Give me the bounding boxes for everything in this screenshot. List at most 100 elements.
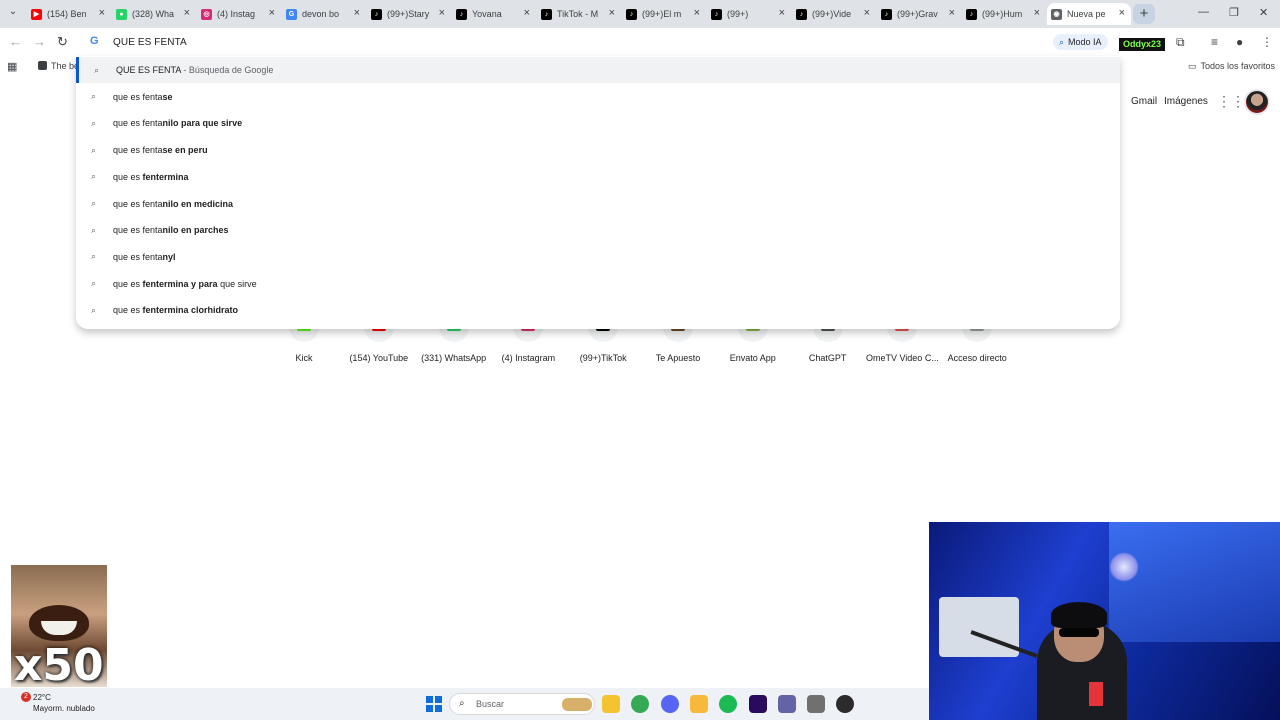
youtube-icon: ▶: [31, 8, 42, 20]
weather-badge: 2: [21, 692, 31, 702]
file-explorer-icon[interactable]: [602, 695, 620, 713]
new-tab-button[interactable]: +: [1133, 4, 1155, 24]
modo-ia-button[interactable]: ⌕ Modo IA: [1053, 34, 1108, 50]
suggestion-text: que es fentermina clorhidrato: [113, 305, 238, 315]
suggestion-item[interactable]: ⌕ que es fentermina y para que sirve: [76, 271, 1120, 297]
media-controls-icon[interactable]: ≡: [1211, 35, 1218, 49]
search-icon: ⌕: [91, 278, 97, 289]
search-icon: ⌕: [91, 91, 97, 102]
tab[interactable]: ♪ (99+)Grav ×: [877, 3, 961, 25]
omnibox-input[interactable]: QUE ES FENTA: [113, 37, 187, 48]
tab-close-icon[interactable]: ×: [779, 7, 785, 19]
tab[interactable]: ◉ Nueva pe ×: [1047, 3, 1131, 25]
taskbar-search[interactable]: ⌕ Buscar: [449, 693, 595, 715]
teams-icon[interactable]: [777, 695, 796, 713]
tab-close-icon[interactable]: ×: [609, 7, 615, 19]
tab[interactable]: ♪ (99+)Vide ×: [792, 3, 876, 25]
restore-icon[interactable]: ❐: [1229, 6, 1239, 19]
tab-close-icon[interactable]: ×: [184, 7, 190, 19]
all-favorites-label: Todos los favoritos: [1200, 61, 1276, 71]
tab-label: (328) Wha: [132, 9, 175, 19]
search-icon: ⌕: [91, 198, 97, 208]
close-window-icon[interactable]: ✕: [1259, 6, 1268, 19]
suggestion-item[interactable]: ⌕ que es fentase en peru: [76, 137, 1120, 163]
search-icon: ⌕: [91, 117, 97, 128]
webcam-lamp: [1109, 552, 1139, 582]
avatar[interactable]: [1244, 89, 1270, 115]
tab[interactable]: ▶ (154) Ben ×: [27, 3, 111, 25]
suggestion-text: que es fentanilo para que sirve: [113, 118, 242, 128]
tiktok-icon: ♪: [881, 8, 892, 20]
premiere-icon[interactable]: [748, 695, 767, 713]
forward-icon[interactable]: →: [33, 34, 46, 49]
tab-close-icon[interactable]: ×: [1119, 7, 1125, 19]
tab[interactable]: ♪ (99+)El m ×: [622, 3, 706, 25]
tab-search-chevron-icon[interactable]: ⌄: [5, 6, 21, 22]
suggestion-item[interactable]: ⌕ QUE ES FENTA - Búsqueda de Google: [76, 57, 1120, 83]
suggestion-item[interactable]: ⌕ que es fentermina: [76, 164, 1120, 190]
tab[interactable]: ● (328) Wha ×: [112, 3, 196, 25]
tab-close-icon[interactable]: ×: [864, 7, 870, 19]
tab-close-icon[interactable]: ×: [439, 7, 445, 19]
suggestion-item[interactable]: ⌕ que es fentanilo en parches: [76, 217, 1120, 243]
weather-temperature[interactable]: 22°C: [33, 693, 51, 702]
extensions-icon[interactable]: ⧉: [1176, 35, 1185, 50]
suggestion-item[interactable]: ⌕ que es fentanilo para que sirve: [76, 110, 1120, 136]
suggestion-item[interactable]: ⌕ que es fentase: [76, 84, 1120, 110]
discord-icon[interactable]: [660, 695, 679, 713]
suggestion-prefix: que es fenta: [113, 251, 163, 262]
tiktok-icon: ♪: [456, 8, 467, 20]
settings-icon[interactable]: [807, 695, 826, 713]
webcam-wall: [1109, 522, 1280, 642]
tab-label: (4) Instag: [217, 9, 256, 19]
suggestion-text: que es fentermina: [113, 172, 189, 182]
menu-icon[interactable]: ⋮: [1261, 35, 1273, 49]
reload-icon[interactable]: ↻: [57, 34, 68, 50]
webcam-overlay: [929, 522, 1280, 720]
tab[interactable]: ◎ (4) Instag ×: [197, 3, 281, 25]
folder-icon[interactable]: [689, 695, 708, 713]
minimize-icon[interactable]: —: [1198, 6, 1209, 18]
tab-close-icon[interactable]: ×: [694, 7, 700, 19]
tab-close-icon[interactable]: ×: [1034, 7, 1040, 19]
weather-description[interactable]: Mayorm. nublado: [33, 704, 95, 713]
shortcut-label: (99+)TikTok: [579, 353, 627, 363]
tab[interactable]: Gdevon bo ×: [282, 3, 366, 25]
shortcut-label: (331) WhatsApp: [421, 353, 487, 363]
suggestion-prefix: que es fenta: [113, 91, 163, 102]
tab[interactable]: ♪ TikTok - M ×: [537, 3, 621, 25]
tab-close-icon[interactable]: ×: [269, 7, 275, 19]
suggestion-completion: se en peru: [162, 145, 208, 156]
images-link[interactable]: Imágenes: [1164, 96, 1208, 107]
suggestion-item[interactable]: ⌕ que es fentanilo en medicina: [76, 191, 1120, 217]
suggestion-prefix: que es fenta: [113, 198, 163, 209]
tab-label: (99+)Grav: [897, 9, 938, 19]
tab[interactable]: ♪ (99+) ×: [707, 3, 791, 25]
webcam-glasses: [1059, 628, 1099, 637]
windows-start-icon[interactable]: [426, 696, 442, 712]
shortcut-label: OmeTV Video C...: [865, 353, 939, 363]
tab[interactable]: ♪ (99+)Hum ×: [962, 3, 1046, 25]
back-icon[interactable]: ←: [9, 34, 22, 49]
suggestion-item[interactable]: ⌕ que es fentermina clorhidrato: [76, 297, 1120, 323]
apps-grid-icon[interactable]: ▦: [7, 60, 17, 73]
instagram-icon: ◎: [201, 8, 212, 20]
profile-badge: Oddyx23: [1119, 38, 1166, 51]
tab-close-icon[interactable]: ×: [524, 7, 530, 19]
tiktok-icon: ♪: [626, 8, 637, 20]
tab-close-icon[interactable]: ×: [949, 7, 955, 19]
all-favorites-folder[interactable]: ▭ Todos los favoritos: [1188, 61, 1275, 72]
tab[interactable]: ♪ (99+)Stary ×: [367, 3, 451, 25]
webcam-cup: [1089, 682, 1103, 706]
suggestion-suffix: que sirve: [217, 278, 257, 289]
tab-close-icon[interactable]: ×: [354, 7, 360, 19]
suggestion-prefix: que es fenta: [113, 145, 163, 156]
tab-close-icon[interactable]: ×: [99, 7, 105, 19]
tab-label: devon bo: [302, 9, 340, 19]
profile-icon[interactable]: ●: [1236, 35, 1243, 49]
search-icon: ⌕: [91, 171, 97, 182]
bookmark-item[interactable]: The be: [38, 61, 79, 71]
suggestion-item[interactable]: ⌕ que es fentanyl: [76, 244, 1120, 270]
tab[interactable]: ♪ Yovana ×: [452, 3, 536, 25]
gmail-link[interactable]: Gmail: [1131, 96, 1157, 107]
